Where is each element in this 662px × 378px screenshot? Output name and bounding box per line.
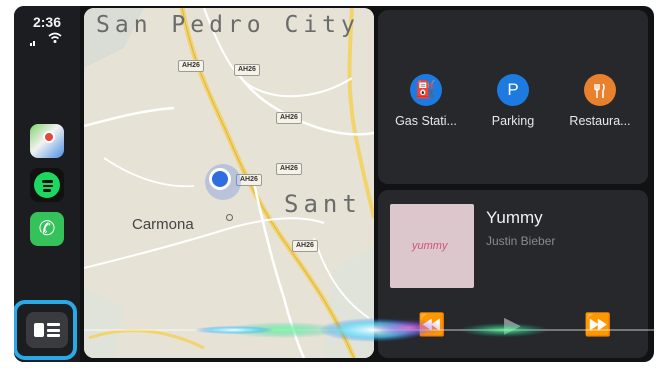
song-title: Yummy: [486, 208, 543, 227]
siri-waveform-icon: [84, 318, 654, 342]
sidebar: 2:36 ✆: [14, 6, 80, 362]
restaurants-button[interactable]: Restaura...: [560, 74, 640, 128]
album-artwork: yummy: [390, 204, 474, 288]
road-label: AH26: [234, 64, 260, 76]
road-label: AH26: [276, 163, 302, 175]
maps-app-icon[interactable]: [30, 124, 64, 158]
artist-name: Justin Bieber: [486, 234, 556, 248]
status-icons: [28, 32, 68, 48]
parking-label: Parking: [491, 114, 535, 128]
road-label: AH26: [292, 240, 318, 252]
road-label: AH26: [276, 112, 302, 124]
map-town-label: Carmona: [132, 216, 194, 233]
restaurants-label: Restaura...: [569, 114, 631, 128]
spotify-icon: [34, 172, 60, 198]
gas-stations-label: Gas Stati...: [395, 114, 457, 128]
town-marker-icon: [226, 214, 233, 221]
road-label: AH26: [178, 60, 204, 72]
gas-stations-button[interactable]: ⛽ Gas Stati...: [386, 74, 466, 128]
phone-icon: ✆: [38, 218, 56, 240]
parking-icon: P: [497, 74, 529, 106]
album-artwork-text: yummy: [412, 240, 448, 252]
map-view[interactable]: San Pedro City Sant Carmona AH26 AH26 AH…: [84, 8, 374, 358]
dashboard-button-highlight: [14, 300, 77, 360]
wifi-icon: [48, 32, 62, 47]
phone-app-icon[interactable]: ✆: [30, 212, 64, 246]
restaurant-icon: [584, 74, 616, 106]
map-city-label-top: San Pedro City: [96, 12, 360, 38]
nearby-suggestions-panel: ⛽ Gas Stati... P Parking Restaura...: [378, 10, 648, 184]
current-location-icon: [209, 168, 231, 190]
gas-station-icon: ⛽: [410, 74, 442, 106]
parking-button[interactable]: P Parking: [473, 74, 553, 128]
carplay-screen: 2:36 ✆ San Pedro City Sant Carmona AH26 …: [14, 6, 654, 362]
status-time: 2:36: [32, 14, 62, 30]
spotify-app-icon[interactable]: [30, 168, 64, 202]
map-city-label-right: Sant: [284, 190, 362, 218]
